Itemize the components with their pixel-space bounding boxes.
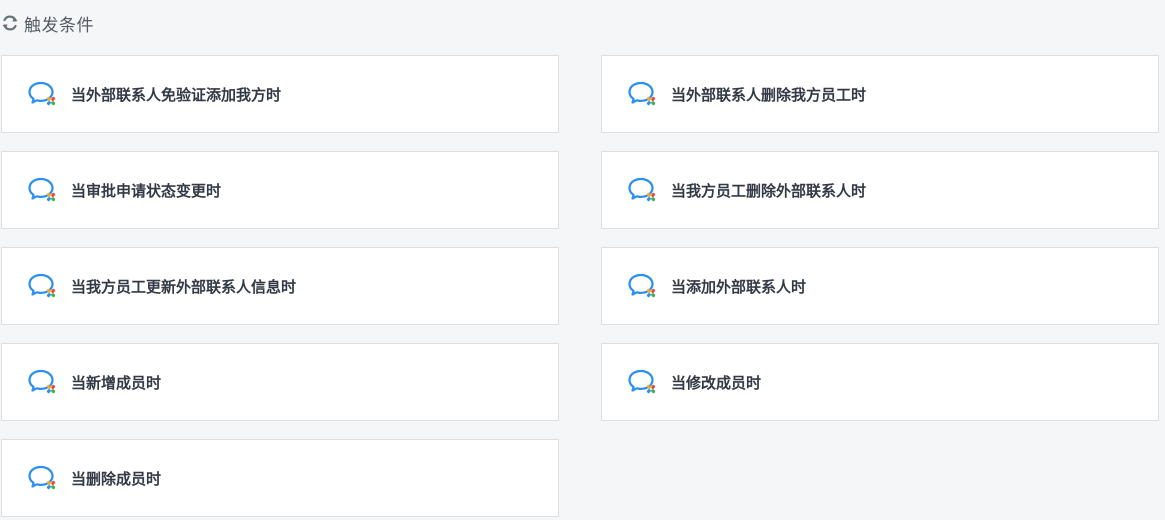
wecom-chat-icon bbox=[28, 273, 56, 298]
trigger-label: 当删除成员时 bbox=[71, 469, 162, 488]
wecom-chat-icon bbox=[28, 369, 56, 394]
trigger-card[interactable]: 当新增成员时 bbox=[1, 343, 559, 421]
trigger-label: 当审批申请状态变更时 bbox=[71, 181, 222, 200]
trigger-card[interactable]: 当审批申请状态变更时 bbox=[1, 151, 559, 229]
trigger-card[interactable]: 当外部联系人删除我方员工时 bbox=[601, 55, 1159, 133]
wecom-chat-icon bbox=[28, 177, 56, 202]
trigger-label: 当我方员工更新外部联系人信息时 bbox=[71, 277, 297, 296]
trigger-card[interactable]: 当修改成员时 bbox=[601, 343, 1159, 421]
refresh-icon[interactable] bbox=[0, 13, 20, 33]
trigger-card[interactable]: 当我方员工删除外部联系人时 bbox=[601, 151, 1159, 229]
wecom-chat-icon bbox=[628, 273, 656, 298]
trigger-card[interactable]: 当外部联系人免验证添加我方时 bbox=[1, 55, 559, 133]
section-header: 触发条件 bbox=[0, 10, 94, 36]
trigger-label: 当外部联系人免验证添加我方时 bbox=[71, 85, 282, 104]
wecom-chat-icon bbox=[28, 81, 56, 106]
wecom-chat-icon bbox=[628, 369, 656, 394]
trigger-label: 当添加外部联系人时 bbox=[671, 277, 807, 296]
wecom-chat-icon bbox=[628, 177, 656, 202]
trigger-card[interactable]: 当添加外部联系人时 bbox=[601, 247, 1159, 325]
trigger-label: 当我方员工删除外部联系人时 bbox=[671, 181, 867, 200]
trigger-label: 当外部联系人删除我方员工时 bbox=[671, 85, 867, 104]
trigger-card[interactable]: 当删除成员时 bbox=[1, 439, 559, 517]
trigger-label: 当新增成员时 bbox=[71, 373, 162, 392]
trigger-card[interactable]: 当我方员工更新外部联系人信息时 bbox=[1, 247, 559, 325]
trigger-label: 当修改成员时 bbox=[671, 373, 762, 392]
wecom-chat-icon bbox=[28, 465, 56, 490]
page-title: 触发条件 bbox=[24, 15, 94, 36]
wecom-chat-icon bbox=[628, 81, 656, 106]
